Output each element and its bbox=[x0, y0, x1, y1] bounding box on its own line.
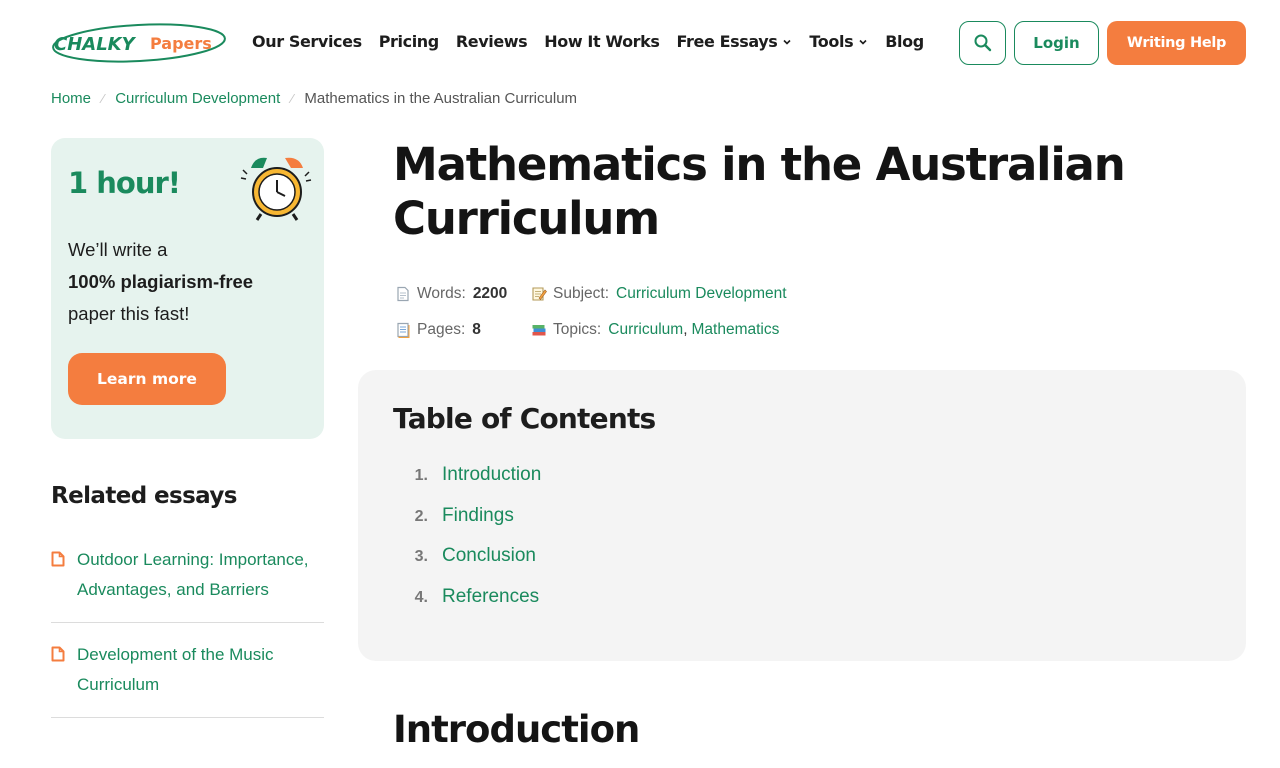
logo-text-left: CHALKY bbox=[54, 34, 137, 55]
document-icon bbox=[51, 640, 77, 700]
search-button[interactable] bbox=[959, 21, 1006, 65]
toc-item: 2. Findings bbox=[393, 505, 541, 546]
subject-link[interactable]: Curriculum Development bbox=[616, 285, 787, 303]
table-of-contents: Table of Contents 1. Introduction 2. Fin… bbox=[358, 370, 1246, 661]
writing-help-button[interactable]: Writing Help bbox=[1107, 21, 1246, 65]
toc-number: 2. bbox=[414, 507, 428, 525]
logo[interactable]: CHALKY Papers bbox=[50, 22, 228, 64]
chevron-down-icon bbox=[859, 39, 867, 45]
promo-line: paper this fast! bbox=[68, 303, 190, 324]
promo-card: 1 hour! We’ll write a 100% plagiarism-fr… bbox=[51, 138, 324, 439]
document-icon bbox=[51, 545, 77, 605]
toc-item: 1. Introduction bbox=[393, 464, 542, 505]
memo-icon bbox=[532, 287, 547, 301]
promo-line: We’ll write a bbox=[68, 239, 168, 260]
nav-label: Free Essays bbox=[676, 32, 778, 51]
section-heading: Introduction bbox=[393, 708, 640, 751]
toc-number: 1. bbox=[414, 467, 428, 484]
toc-item: 4. References bbox=[393, 586, 541, 627]
topic-link[interactable]: Curriculum bbox=[608, 321, 683, 339]
chevron-down-icon bbox=[783, 39, 791, 45]
related-essay-item[interactable]: Development of the Music Curriculum bbox=[51, 623, 324, 718]
promo-highlight: 100% plagiarism-free bbox=[68, 271, 254, 292]
search-icon bbox=[974, 34, 991, 52]
page-title: Mathematics in the Australian Curriculum bbox=[393, 138, 1126, 245]
nav-how-it-works[interactable]: How It Works bbox=[544, 32, 660, 51]
topic-link[interactable]: Mathematics bbox=[692, 321, 780, 339]
breadcrumb-current: Mathematics in the Australian Curriculum bbox=[304, 90, 578, 107]
logo-text-right: Papers bbox=[150, 34, 212, 53]
meta-label: Pages: bbox=[417, 321, 466, 338]
toc-list: 1. Introduction 2. Findings 3. Conclusio… bbox=[393, 464, 542, 627]
meta-topics: Topics: Curriculum, Mathematics bbox=[531, 321, 779, 339]
toc-item: 3. Conclusion bbox=[393, 545, 541, 586]
meta-value: 8 bbox=[472, 321, 481, 338]
toc-link[interactable]: Findings bbox=[442, 505, 514, 527]
meta-label: Topics: bbox=[553, 321, 602, 338]
promo-title: 1 hour! bbox=[68, 166, 181, 200]
nav-reviews[interactable]: Reviews bbox=[455, 32, 528, 51]
nav-blog[interactable]: Blog bbox=[885, 32, 924, 51]
meta-value: 2200 bbox=[472, 285, 508, 302]
related-essay-item[interactable]: Outdoor Learning: Importance, Advantages… bbox=[51, 545, 324, 623]
toc-link[interactable]: Introduction bbox=[442, 464, 541, 486]
login-button[interactable]: Login bbox=[1014, 21, 1099, 65]
toc-link[interactable]: References bbox=[442, 586, 539, 608]
nav-label: Blog bbox=[885, 32, 924, 51]
nav-label: Our Services bbox=[252, 32, 362, 51]
breadcrumb-separator-icon: ⁄ bbox=[102, 91, 105, 106]
nav-our-services[interactable]: Our Services bbox=[252, 32, 362, 51]
meta-label: Words: bbox=[417, 285, 466, 302]
nav-label: Pricing bbox=[378, 32, 440, 51]
toc-number: 3. bbox=[414, 548, 428, 565]
alarm-clock-icon bbox=[240, 157, 312, 221]
related-essay-link[interactable]: Development of the Music Curriculum bbox=[77, 640, 324, 700]
meta-words: Words: 2200 bbox=[395, 285, 507, 303]
books-icon bbox=[532, 325, 546, 336]
meta-pages: Pages: 8 bbox=[395, 321, 481, 339]
logo-graphic: CHALKY Papers bbox=[52, 23, 226, 63]
site-header: CHALKY Papers Our Services Pricing Revie… bbox=[0, 0, 1280, 88]
breadcrumb-home[interactable]: Home bbox=[51, 90, 91, 107]
nav-tools[interactable]: Tools bbox=[809, 32, 868, 51]
page-icon bbox=[397, 286, 409, 302]
main-nav: Our Services Pricing Reviews How It Work… bbox=[252, 32, 941, 51]
breadcrumb: Home ⁄ Curriculum Development ⁄ Mathemat… bbox=[51, 90, 577, 107]
toc-title: Table of Contents bbox=[393, 402, 656, 435]
meta-label: Subject: bbox=[553, 285, 610, 302]
nav-label: Tools bbox=[809, 32, 854, 51]
toc-link[interactable]: Conclusion bbox=[442, 545, 536, 567]
related-essays-title: Related essays bbox=[51, 483, 237, 509]
promo-line-bold: 100% plagiarism-free bbox=[68, 266, 308, 298]
nav-pricing[interactable]: Pricing bbox=[378, 32, 440, 51]
toc-number: 4. bbox=[414, 588, 428, 606]
topic-separator: , bbox=[683, 321, 688, 338]
related-essays-list: Outdoor Learning: Importance, Advantages… bbox=[51, 545, 324, 718]
meta-subject: Subject: Curriculum Development bbox=[531, 285, 787, 303]
nav-label: Reviews bbox=[455, 32, 528, 51]
breadcrumb-category[interactable]: Curriculum Development bbox=[115, 90, 280, 107]
pages-icon bbox=[397, 322, 410, 338]
nav-free-essays[interactable]: Free Essays bbox=[677, 32, 793, 51]
breadcrumb-separator-icon: ⁄ bbox=[291, 91, 294, 106]
learn-more-button[interactable]: Learn more bbox=[68, 353, 226, 405]
promo-text: We’ll write a 100% plagiarism-free paper… bbox=[68, 234, 308, 330]
nav-label: How It Works bbox=[544, 32, 660, 51]
related-essay-link[interactable]: Outdoor Learning: Importance, Advantages… bbox=[77, 545, 324, 605]
